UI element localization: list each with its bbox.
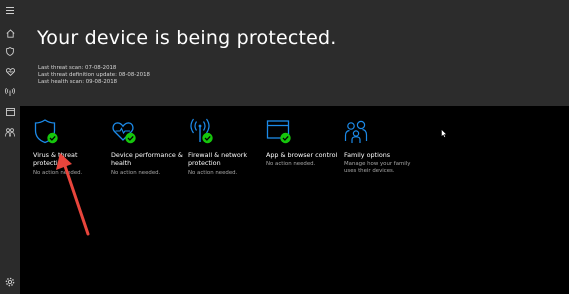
virus-shield-icon — [33, 118, 61, 146]
settings-gear-icon[interactable] — [3, 276, 17, 288]
left-nav-sidebar — [0, 0, 20, 294]
heart-icon[interactable] — [3, 66, 17, 78]
status-banner: Your device is being protected. Last thr… — [20, 0, 569, 106]
last-health-scan-text: Last health scan: 09-08-2018 — [38, 79, 118, 85]
last-threat-scan-text: Last threat scan: 07-08-2018 — [38, 65, 117, 71]
tile-label: Virus & threat protection — [33, 151, 78, 168]
wifi-antenna-icon[interactable] — [3, 86, 17, 98]
last-definition-update-text: Last threat definition update: 08-08-201… — [38, 72, 150, 78]
tile-label: App & browser control — [266, 151, 338, 159]
tile-status: No action needed. — [111, 170, 161, 176]
tile-status: Manage how your family uses their device… — [344, 161, 411, 174]
hamburger-menu-icon[interactable] — [3, 4, 17, 16]
shield-icon[interactable] — [3, 45, 17, 57]
tile-status: No action needed. — [266, 161, 316, 167]
tile-status: No action needed. — [33, 170, 83, 176]
app-browser-window-icon — [266, 118, 294, 146]
family-people-icon — [344, 118, 372, 146]
device-health-heart-icon — [111, 118, 139, 146]
tile-label: Family options — [344, 151, 391, 159]
family-icon[interactable] — [3, 126, 17, 138]
tile-label: Firewall & network protection — [188, 151, 248, 168]
firewall-antenna-icon — [188, 118, 216, 146]
home-icon[interactable] — [3, 27, 17, 39]
page-title: Your device is being protected. — [37, 27, 337, 49]
tile-label: Device performance & health — [111, 151, 183, 168]
browser-window-icon[interactable] — [3, 106, 17, 118]
tile-status: No action needed. — [188, 170, 238, 176]
mouse-cursor-icon — [441, 123, 448, 142]
